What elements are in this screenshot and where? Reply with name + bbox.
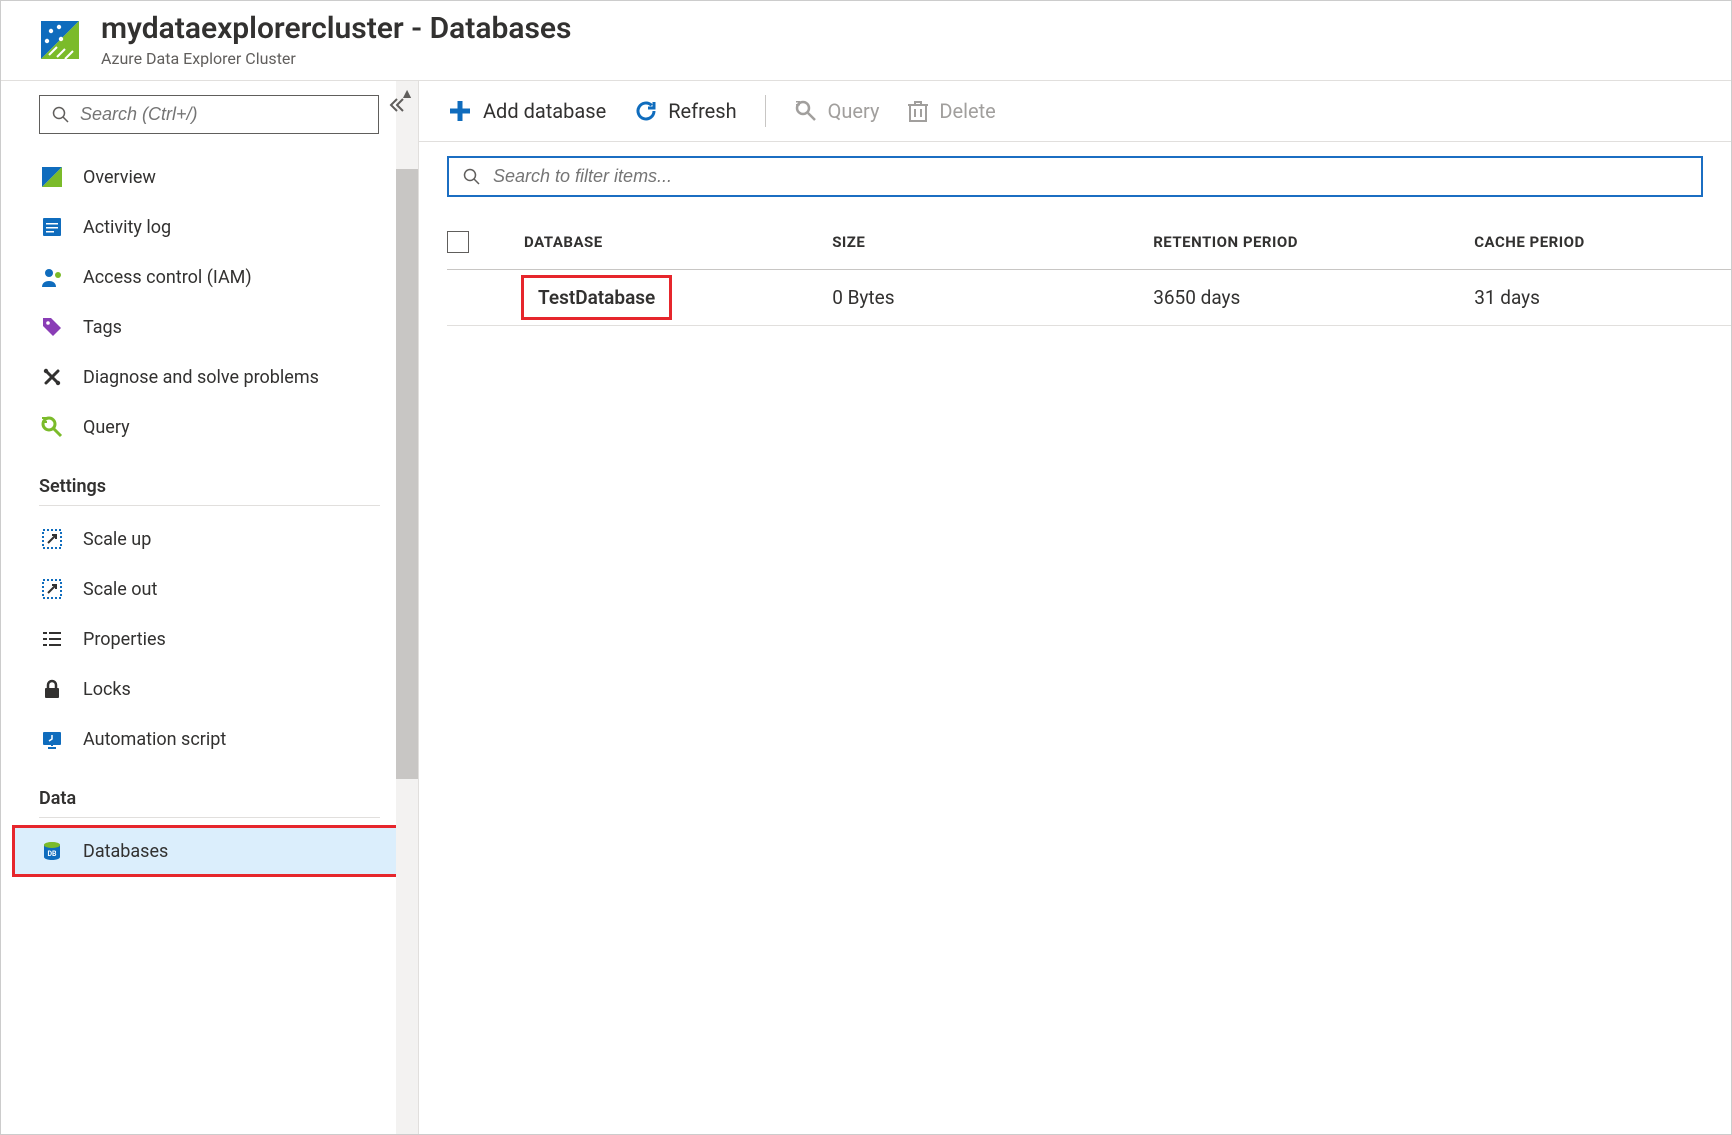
cell-retention: 3650 days — [1153, 270, 1474, 326]
sidebar-label: Tags — [83, 317, 122, 338]
svg-text:DB: DB — [47, 850, 57, 858]
sidebar-label: Scale up — [83, 529, 151, 550]
scrollbar-thumb[interactable] — [396, 169, 418, 779]
scale-out-icon — [39, 576, 65, 602]
sidebar-item-automation-script[interactable]: Automation script — [39, 714, 380, 764]
sidebar-item-activity-log[interactable]: Activity log — [39, 202, 380, 252]
query-button: Query — [794, 99, 880, 123]
collapse-sidebar-button[interactable] — [386, 95, 406, 115]
main-panel: Add database Refresh Query Delete — [419, 81, 1731, 1134]
col-header-retention[interactable]: RETENTION PERIOD — [1153, 215, 1474, 270]
tags-icon — [39, 314, 65, 340]
cell-cache: 31 days — [1474, 270, 1731, 326]
toolbar-label: Query — [828, 99, 880, 123]
sidebar-label: Query — [83, 417, 130, 438]
sidebar-label: Locks — [83, 679, 131, 700]
sidebar-item-overview[interactable]: Overview — [39, 152, 380, 202]
sidebar-item-locks[interactable]: Locks — [39, 664, 380, 714]
add-database-button[interactable]: Add database — [447, 98, 606, 124]
sidebar-item-tags[interactable]: Tags — [39, 302, 380, 352]
sidebar-label: Access control (IAM) — [83, 267, 252, 288]
page-title: mydataexplorercluster - Databases — [101, 11, 1711, 47]
database-icon: DB — [39, 838, 65, 864]
query-icon — [794, 99, 818, 123]
access-control-icon — [39, 264, 65, 290]
toolbar: Add database Refresh Query Delete — [419, 81, 1731, 142]
sidebar-label: Overview — [83, 167, 156, 188]
filter-input[interactable] — [493, 166, 1687, 187]
page-header: mydataexplorercluster - Databases Azure … — [1, 1, 1731, 81]
delete-button: Delete — [907, 99, 995, 123]
col-header-database[interactable]: DATABASE — [524, 215, 832, 270]
sidebar-item-scale-out[interactable]: Scale out — [39, 564, 380, 614]
sidebar-label: Scale out — [83, 579, 157, 600]
databases-table: DATABASE SIZE RETENTION PERIOD CACHE PER… — [447, 215, 1731, 326]
section-settings: Settings — [39, 452, 380, 506]
page-subtitle: Azure Data Explorer Cluster — [101, 49, 1711, 68]
select-all-checkbox[interactable] — [447, 231, 469, 253]
sidebar-label: Databases — [83, 841, 168, 862]
diagnose-icon — [39, 364, 65, 390]
search-icon — [463, 168, 481, 186]
database-name-link[interactable]: TestDatabase — [524, 278, 669, 317]
toolbar-label: Add database — [483, 99, 606, 123]
cell-size: 0 Bytes — [832, 270, 1153, 326]
properties-icon — [39, 626, 65, 652]
sidebar-item-properties[interactable]: Properties — [39, 614, 380, 664]
toolbar-label: Delete — [939, 99, 995, 123]
toolbar-separator — [765, 95, 766, 127]
sidebar-label: Diagnose and solve problems — [83, 367, 319, 388]
sidebar: ▲ Overview Activi — [1, 81, 419, 1134]
col-header-cache[interactable]: CACHE PERIOD — [1474, 215, 1731, 270]
sidebar-search[interactable] — [39, 95, 379, 134]
section-data: Data — [39, 764, 380, 818]
filter-box[interactable] — [447, 156, 1703, 197]
sidebar-item-scale-up[interactable]: Scale up — [39, 514, 380, 564]
query-icon — [39, 414, 65, 440]
sidebar-item-query[interactable]: Query — [39, 402, 380, 452]
delete-icon — [907, 99, 929, 123]
col-header-size[interactable]: SIZE — [832, 215, 1153, 270]
scale-up-icon — [39, 526, 65, 552]
sidebar-label: Activity log — [83, 217, 171, 238]
sidebar-item-access-control[interactable]: Access control (IAM) — [39, 252, 380, 302]
sidebar-item-diagnose[interactable]: Diagnose and solve problems — [39, 352, 380, 402]
refresh-icon — [634, 99, 658, 123]
sidebar-label: Automation script — [83, 729, 226, 750]
refresh-button[interactable]: Refresh — [634, 99, 736, 123]
search-icon — [52, 106, 70, 124]
sidebar-item-databases[interactable]: DB Databases — [13, 826, 398, 876]
scrollbar-track[interactable]: ▲ — [396, 81, 418, 1134]
plus-icon — [447, 98, 473, 124]
lock-icon — [39, 676, 65, 702]
automation-script-icon — [39, 726, 65, 752]
overview-icon — [39, 164, 65, 190]
sidebar-label: Properties — [83, 629, 166, 650]
sidebar-search-input[interactable] — [80, 104, 366, 125]
toolbar-label: Refresh — [668, 99, 736, 123]
cluster-logo-icon — [37, 17, 83, 63]
activity-log-icon — [39, 214, 65, 240]
table-row[interactable]: TestDatabase 0 Bytes 3650 days 31 days — [447, 270, 1731, 326]
